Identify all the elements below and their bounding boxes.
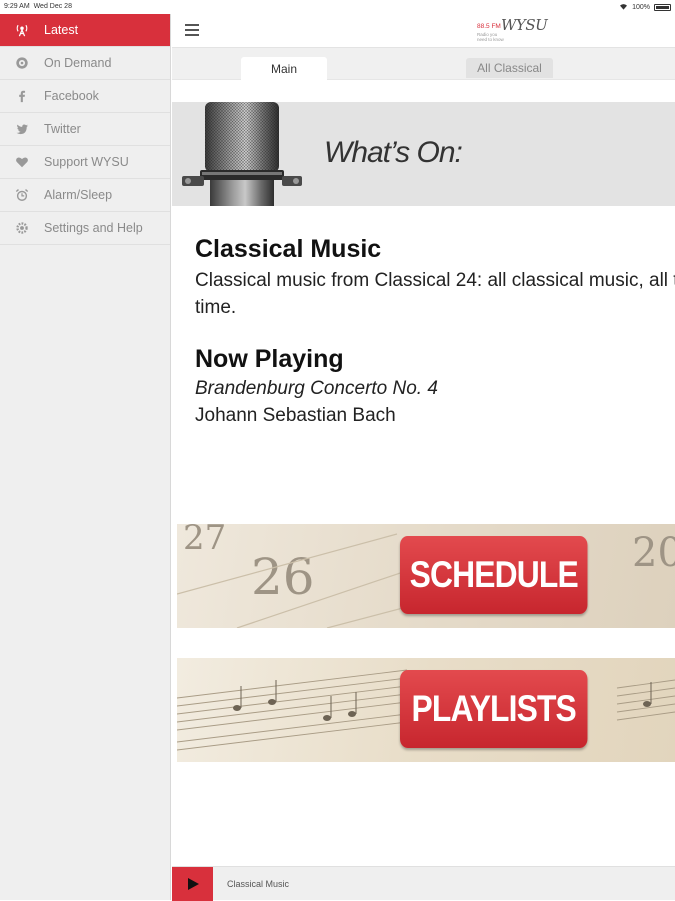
logo-name: WYSU bbox=[501, 16, 548, 34]
status-bar: 9:29 AM Wed Dec 28 100% bbox=[0, 0, 675, 14]
microphone-image bbox=[182, 102, 302, 206]
play-icon bbox=[187, 878, 199, 890]
show-title: Classical Music bbox=[195, 235, 382, 263]
sidebar-item-label: On Demand bbox=[44, 56, 112, 70]
sidebar-item-latest[interactable]: Latest bbox=[0, 14, 170, 47]
alarm-clock-icon bbox=[14, 187, 30, 203]
logo-frequency: 88.5 FM bbox=[477, 23, 501, 30]
radio-tower-icon bbox=[14, 22, 30, 38]
status-right: 100% bbox=[619, 3, 671, 12]
sidebar-item-support-wysu[interactable]: Support WYSU bbox=[0, 146, 170, 179]
whats-on-header: What’s On: bbox=[172, 102, 675, 206]
sidebar-item-label: Settings and Help bbox=[44, 221, 143, 235]
top-bar: 88.5 FM WYSU Radio you need to know bbox=[172, 14, 675, 48]
player-bar: Classical Music bbox=[172, 866, 675, 901]
on-demand-icon bbox=[14, 55, 30, 71]
now-playing-heading: Now Playing bbox=[195, 345, 344, 373]
sidebar-item-on-demand[interactable]: On Demand bbox=[0, 47, 170, 80]
hamburger-menu-icon[interactable] bbox=[185, 24, 199, 36]
sidebar-item-twitter[interactable]: Twitter bbox=[0, 113, 170, 146]
sidebar-item-label: Latest bbox=[44, 23, 79, 37]
logo-tagline: Radio you need to know bbox=[477, 32, 504, 42]
battery-percent: 100% bbox=[632, 4, 650, 11]
battery-icon bbox=[654, 4, 671, 11]
sidebar-item-facebook[interactable]: Facebook bbox=[0, 80, 170, 113]
player-label: Classical Music bbox=[227, 879, 290, 889]
main-panel: 88.5 FM WYSU Radio you need to know Main… bbox=[172, 14, 675, 901]
wysu-logo: 88.5 FM WYSU Radio you need to know bbox=[477, 16, 549, 45]
schedule-button[interactable]: SCHEDULE bbox=[400, 536, 588, 614]
status-date: Wed Dec 28 bbox=[33, 3, 72, 10]
now-playing-work: Brandenburg Concerto No. 4 bbox=[195, 378, 438, 399]
tab-all-classical[interactable]: All Classical bbox=[466, 58, 553, 78]
schedule-banner[interactable]: 27 26 20 SCHEDULE bbox=[177, 524, 675, 628]
twitter-icon bbox=[14, 121, 30, 137]
now-playing-composer: Johann Sebastian Bach bbox=[195, 405, 396, 426]
sidebar-item-alarm-sleep[interactable]: Alarm/Sleep bbox=[0, 179, 170, 212]
sidebar-item-label: Facebook bbox=[44, 89, 99, 103]
sidebar-item-label: Twitter bbox=[44, 122, 81, 136]
sidebar: Latest On Demand Facebook Twitter Suppor… bbox=[0, 14, 171, 900]
whats-on-title: What’s On: bbox=[324, 136, 463, 169]
sidebar-item-label: Support WYSU bbox=[44, 155, 129, 169]
facebook-icon bbox=[14, 88, 30, 104]
sidebar-item-label: Alarm/Sleep bbox=[44, 188, 113, 202]
wifi-icon bbox=[619, 3, 628, 12]
sidebar-item-settings-help[interactable]: Settings and Help bbox=[0, 212, 170, 245]
content-area: What’s On: Classical Music Classical mus… bbox=[172, 80, 675, 866]
heart-icon bbox=[14, 154, 30, 170]
playlists-banner[interactable]: PLAYLISTS bbox=[177, 658, 675, 762]
play-button[interactable] bbox=[172, 867, 213, 901]
gear-icon bbox=[14, 220, 30, 236]
playlists-button[interactable]: PLAYLISTS bbox=[400, 670, 588, 748]
tab-main[interactable]: Main bbox=[241, 57, 327, 80]
status-time-date: 9:29 AM Wed Dec 28 bbox=[4, 3, 72, 10]
show-description: Classical music from Classical 24: all c… bbox=[195, 270, 675, 318]
tab-bar: Main All Classical bbox=[172, 48, 675, 80]
status-time: 9:29 AM bbox=[4, 3, 30, 10]
